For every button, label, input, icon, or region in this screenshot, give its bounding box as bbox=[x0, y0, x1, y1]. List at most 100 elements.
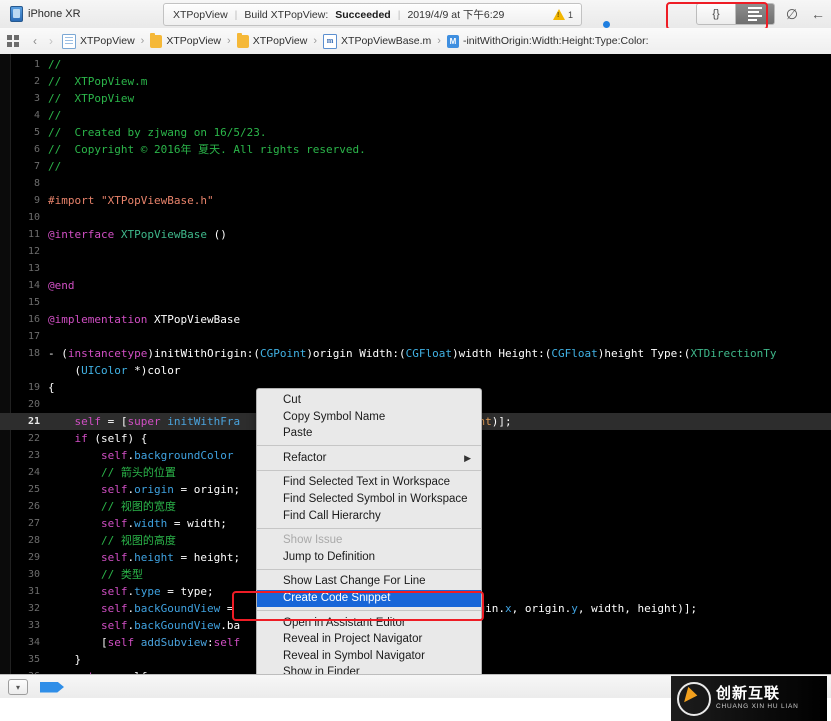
code-line[interactable]: 16 @implementation XTPopViewBase bbox=[0, 311, 831, 328]
status-timestamp: 2019/4/9 at 下午6:29 bbox=[407, 9, 505, 21]
menu-item-reveal-in-project-navigator[interactable]: Reveal in Project Navigator bbox=[257, 631, 481, 648]
menu-item-refactor[interactable]: Refactor ▶ bbox=[257, 450, 481, 467]
code-token: // 视图的高度 bbox=[48, 534, 176, 547]
context-menu[interactable]: Cut Copy Symbol Name Paste Refactor ▶ Find Se… bbox=[256, 388, 482, 707]
line-number: 18 bbox=[27, 348, 40, 359]
code-token: addSubview bbox=[134, 636, 207, 649]
code-line[interactable]: 9 #import "XTPopViewBase.h" bbox=[0, 192, 831, 209]
code-token: @end bbox=[48, 279, 75, 292]
code-line[interactable]: 4 // bbox=[0, 107, 831, 124]
line-number: 8 bbox=[33, 178, 40, 189]
menu-item-find-call-hierarchy[interactable]: Find Call Hierarchy bbox=[257, 508, 481, 525]
code-line[interactable]: 3 // XTPopView bbox=[0, 90, 831, 107]
code-token: self bbox=[48, 551, 128, 564]
toolbar: iPhone XR XTPopView | Build XTPopView: S… bbox=[0, 0, 831, 30]
xcode-window: iPhone XR XTPopView | Build XTPopView: S… bbox=[0, 0, 831, 721]
code-token: y bbox=[571, 602, 578, 615]
line-number: 20 bbox=[27, 399, 40, 410]
breadcrumb-item-file[interactable]: m XTPopViewBase.m bbox=[320, 33, 434, 49]
line-source: (UIColor *)color bbox=[48, 362, 831, 379]
code-line[interactable]: (UIColor *)color bbox=[0, 362, 831, 379]
code-token: origin bbox=[134, 483, 174, 496]
code-token: self bbox=[48, 415, 101, 428]
line-number: 22 bbox=[27, 433, 40, 444]
breadcrumb-separator: › bbox=[227, 35, 231, 47]
line-number: 30 bbox=[27, 569, 40, 580]
menu-item-create-code-snippet[interactable]: Create Code Snippet bbox=[257, 589, 481, 607]
code-token: self bbox=[107, 636, 135, 649]
code-token: () bbox=[206, 228, 227, 241]
code-token: )initWithOrigin:( bbox=[147, 347, 260, 360]
code-line[interactable]: 15 bbox=[0, 294, 831, 311]
activity-status-bar[interactable]: XTPopView | Build XTPopView: Succeeded |… bbox=[163, 3, 582, 26]
line-number: 29 bbox=[27, 552, 40, 563]
code-token: CGFloat bbox=[405, 347, 453, 360]
menu-item-jump-to-definition[interactable]: Jump to Definition bbox=[257, 549, 481, 566]
menu-item-find-selected-symbol-in-workspace[interactable]: Find Selected Symbol in Workspace bbox=[257, 491, 481, 508]
status-sep-1: | bbox=[234, 8, 238, 21]
line-source: @interface XTPopViewBase () bbox=[48, 226, 831, 243]
code-token: , origin. bbox=[511, 602, 572, 615]
code-line[interactable]: 18 - (instancetype)initWithOrigin:(CGPoin… bbox=[0, 345, 831, 362]
code-token: .ba bbox=[220, 619, 241, 632]
code-line[interactable]: 1 // bbox=[0, 56, 831, 73]
code-token: = bbox=[220, 602, 241, 615]
back-arrow-icon[interactable]: ← bbox=[805, 3, 831, 25]
line-number: 31 bbox=[27, 586, 40, 597]
code-line[interactable]: 17 bbox=[0, 328, 831, 345]
line-number: 33 bbox=[27, 620, 40, 631]
code-token: // 类型 bbox=[48, 568, 143, 581]
code-token: backgroundColor bbox=[134, 449, 234, 462]
breadcrumb-item-project[interactable]: XTPopView bbox=[59, 33, 138, 49]
menu-item-show-issue: Show Issue bbox=[283, 534, 343, 547]
code-line[interactable]: 8 bbox=[0, 175, 831, 192]
code-line[interactable]: 10 bbox=[0, 209, 831, 226]
code-line[interactable]: 2 // XTPopView.m bbox=[0, 73, 831, 90]
breadcrumb-item-method[interactable]: M -initWithOrigin:Width:Height:Type:Colo… bbox=[444, 34, 652, 48]
code-line[interactable]: 11 @interface XTPopViewBase () bbox=[0, 226, 831, 243]
code-line[interactable]: 5 // Created by zjwang on 16/5/23. bbox=[0, 124, 831, 141]
menu-item-reveal-in-symbol-navigator[interactable]: Reveal in Symbol Navigator bbox=[257, 648, 481, 665]
folder-icon bbox=[150, 32, 163, 48]
menu-item-find-selected-text-in-workspace[interactable]: Find Selected Text in Workspace bbox=[257, 474, 481, 491]
menu-item-cut[interactable]: Cut bbox=[257, 392, 481, 409]
code-token: CGFloat bbox=[551, 347, 598, 360]
blue-tag-icon[interactable] bbox=[40, 681, 64, 693]
line-number: 5 bbox=[33, 127, 40, 138]
code-token: @interface bbox=[48, 228, 121, 241]
breadcrumb-separator: › bbox=[313, 35, 318, 47]
code-line[interactable]: 14 @end bbox=[0, 277, 831, 294]
watermark: 创新互联 CHUANG XIN HU LIAN bbox=[671, 676, 827, 721]
standard-editor-button[interactable]: {} bbox=[696, 3, 736, 25]
menu-item-paste[interactable]: Paste bbox=[257, 425, 481, 442]
forward-button[interactable]: › bbox=[43, 34, 59, 48]
code-token: )]; bbox=[491, 415, 512, 428]
code-token: // Copyright © 2016年 夏天. All rights rese… bbox=[48, 143, 366, 156]
line-source: // XTPopView.m bbox=[48, 73, 831, 90]
code-line[interactable]: 12 bbox=[0, 243, 831, 260]
code-token: @implementation bbox=[48, 313, 154, 326]
line-source: - (instancetype)initWithOrigin:(CGPoint)… bbox=[48, 345, 831, 362]
menu-item-open-in-assistant-editor[interactable]: Open in Assistant Editor bbox=[257, 615, 481, 632]
breadcrumb-item-group-1[interactable]: XTPopView bbox=[147, 32, 224, 48]
line-source: @implementation XTPopViewBase bbox=[48, 311, 831, 328]
breadcrumb-item-group-2[interactable]: XTPopView bbox=[234, 32, 311, 48]
code-line[interactable]: 13 bbox=[0, 260, 831, 277]
line-source: // bbox=[48, 158, 831, 175]
line-source: #import "XTPopViewBase.h" bbox=[48, 192, 831, 209]
warning-indicator[interactable]: 1 bbox=[552, 9, 581, 20]
code-token: self bbox=[48, 619, 128, 632]
menu-item-copy-symbol-name[interactable]: Copy Symbol Name bbox=[257, 409, 481, 426]
scheme-device-selector[interactable]: iPhone XR bbox=[6, 4, 89, 24]
code-token: CGPoint bbox=[259, 347, 307, 360]
code-token: )origin Width:( bbox=[306, 347, 406, 360]
menu-item-show-last-change-for-line[interactable]: Show Last Change For Line bbox=[257, 573, 481, 590]
version-editor-icon[interactable]: ∅ bbox=[779, 3, 805, 25]
code-token: - ( bbox=[48, 347, 68, 360]
code-line[interactable]: 6 // Copyright © 2016年 夏天. All rights res… bbox=[0, 141, 831, 158]
hide-debug-area-button[interactable]: ▾ bbox=[8, 679, 28, 695]
back-button[interactable]: ‹ bbox=[27, 34, 43, 48]
related-items-icon[interactable] bbox=[7, 35, 19, 47]
code-line[interactable]: 7 // bbox=[0, 158, 831, 175]
assistant-editor-button[interactable] bbox=[736, 3, 775, 25]
